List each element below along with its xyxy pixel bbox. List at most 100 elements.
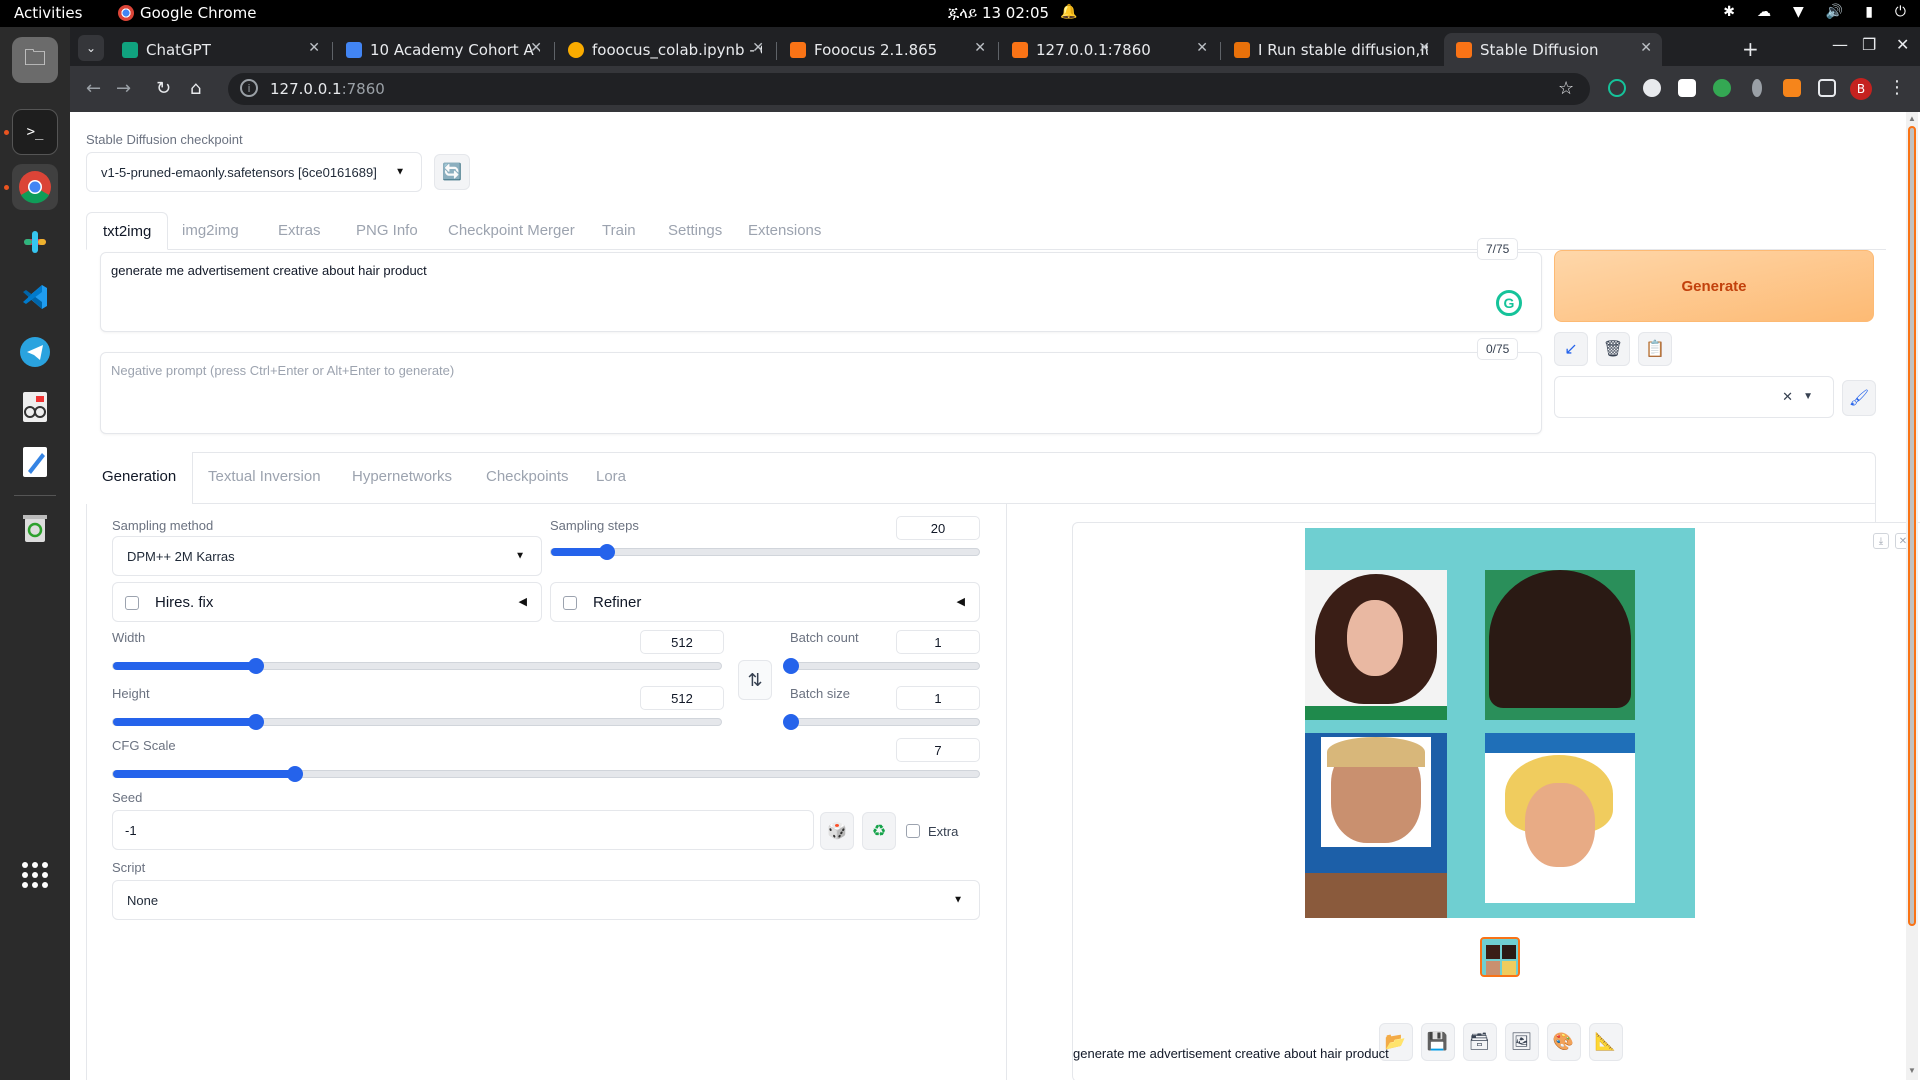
bookmark-star-icon[interactable]: ☆ [1558, 78, 1574, 99]
tab-textual-inversion[interactable]: Textual Inversion [192, 452, 337, 504]
read-params-button[interactable]: ↙ [1554, 332, 1588, 366]
slider-knob[interactable] [248, 714, 264, 730]
activities-button[interactable]: Activities [14, 4, 82, 22]
vscode-icon[interactable] [12, 274, 58, 320]
docker-tray-icon[interactable]: ☁ [1757, 4, 1771, 20]
zip-button[interactable]: 🗃 [1462, 1023, 1497, 1061]
cfg-scale-slider[interactable] [112, 766, 980, 782]
slider-knob[interactable] [783, 714, 799, 730]
system-tray[interactable]: ✱ ☁ ▼ 🔊 ▮ ⏻ [1723, 4, 1906, 20]
grammarly-extension-icon[interactable] [1608, 79, 1626, 97]
tab-settings[interactable]: Settings [652, 212, 738, 250]
scroll-up-icon[interactable]: ▲ [1908, 114, 1916, 123]
browser-tab[interactable]: 10 Academy Cohort A - W ✕ [334, 33, 552, 66]
refresh-checkpoints-button[interactable]: 🔄 [434, 154, 470, 190]
tab-extras[interactable]: Extras [262, 212, 337, 250]
browser-tab[interactable]: ChatGPT ✕ [110, 33, 330, 66]
grammarly-icon[interactable]: G [1496, 290, 1522, 316]
tab-generation[interactable]: Generation [86, 452, 194, 504]
reuse-seed-button[interactable]: ♻ [862, 812, 896, 850]
prompt-textarea[interactable]: generate me advertisement creative about… [100, 252, 1542, 332]
notification-icon[interactable]: 🔔 [1060, 4, 1077, 20]
home-icon[interactable]: ⌂ [190, 78, 201, 99]
save-button[interactable]: 💾 [1420, 1023, 1455, 1061]
app-grid-icon[interactable] [12, 852, 58, 898]
browser-tab[interactable]: 127.0.0.1:7860 ✕ [1000, 33, 1218, 66]
app-menu[interactable]: Google Chrome [118, 4, 257, 22]
send-to-img2img-button[interactable]: 🖼 [1504, 1023, 1539, 1061]
batch-size-input[interactable]: 1 [896, 686, 980, 710]
site-info-icon[interactable]: i [240, 79, 258, 97]
extra-seed-checkbox[interactable] [906, 824, 920, 838]
minimize-icon[interactable]: — [1832, 35, 1848, 54]
terminal-icon[interactable]: >_ [12, 109, 58, 155]
negative-prompt-textarea[interactable]: Negative prompt (press Ctrl+Enter or Alt… [100, 352, 1542, 434]
tab-hypernetworks[interactable]: Hypernetworks [336, 452, 468, 504]
close-tab-icon[interactable]: ✕ [1196, 40, 1208, 56]
chatgpt-extension-icon[interactable] [1643, 79, 1661, 97]
slider-knob[interactable] [783, 658, 799, 674]
page-scrollbar[interactable]: ▲ ▼ [1906, 112, 1918, 1080]
address-bar[interactable]: i 127.0.0.1:7860 [228, 73, 1590, 105]
batch-count-slider[interactable] [783, 658, 980, 674]
tab-lora[interactable]: Lora [580, 452, 642, 504]
generated-image[interactable] [1305, 528, 1695, 918]
tab-search-icon[interactable]: ⌄ [78, 35, 104, 61]
new-tab-icon[interactable]: + [1742, 37, 1759, 61]
download-icon[interactable]: ⤓ [1873, 533, 1889, 549]
swap-dimensions-button[interactable]: ⇅ [738, 660, 772, 700]
power-icon[interactable]: ⏻ [1895, 4, 1906, 20]
close-tab-icon[interactable]: ✕ [308, 40, 320, 56]
height-input[interactable]: 512 [640, 686, 724, 710]
sampling-method-dropdown[interactable]: DPM++ 2M Karras ▼ [112, 536, 542, 576]
script-dropdown[interactable]: None ▼ [112, 880, 980, 920]
slider-knob[interactable] [287, 766, 303, 782]
refiner-checkbox[interactable] [563, 596, 577, 610]
hires-fix-accordion[interactable]: Hires. fix ◀ [112, 582, 542, 622]
tab-img2img[interactable]: img2img [166, 212, 255, 250]
browser-tab[interactable]: I Run stable diffusion,It ✕ [1222, 33, 1440, 66]
send-to-extras-button[interactable]: 📐 [1588, 1023, 1623, 1061]
reader-icon[interactable] [12, 384, 58, 430]
reload-icon[interactable]: ↻ [156, 78, 171, 99]
metamask-extension-icon[interactable] [1783, 79, 1801, 97]
back-icon[interactable]: ← [86, 78, 101, 99]
clear-styles-icon[interactable]: ✕ [1782, 389, 1793, 405]
volume-icon[interactable]: 🔊 [1826, 4, 1843, 20]
tab-checkpoints[interactable]: Checkpoints [470, 452, 585, 504]
close-tab-icon[interactable]: ✕ [752, 40, 764, 56]
trash-icon[interactable] [12, 505, 58, 551]
gallery-thumbnail[interactable] [1480, 937, 1520, 977]
slider-knob[interactable] [599, 544, 615, 560]
browser-tab-active[interactable]: Stable Diffusion ✕ [1444, 33, 1662, 66]
wifi-icon[interactable]: ▼ [1793, 4, 1804, 20]
checkpoint-dropdown[interactable]: v1-5-pruned-emaonly.safetensors [6ce0161… [86, 152, 422, 192]
extensions-puzzle-icon[interactable] [1818, 79, 1836, 97]
slack-icon[interactable] [12, 219, 58, 265]
batch-size-slider[interactable] [783, 714, 980, 730]
sampling-steps-slider[interactable] [550, 544, 980, 560]
styles-select[interactable]: ✕ ▼ [1554, 376, 1834, 418]
tab-train[interactable]: Train [586, 212, 652, 250]
text-editor-icon[interactable] [12, 439, 58, 485]
battery-icon[interactable]: ▮ [1865, 4, 1873, 20]
random-seed-button[interactable]: 🎲 [820, 812, 854, 850]
shield-extension-icon[interactable] [1752, 79, 1762, 97]
scrollbar-thumb[interactable] [1908, 126, 1916, 926]
telegram-icon[interactable] [12, 329, 58, 375]
browser-tab[interactable]: fooocus_colab.ipynb - C ✕ [556, 33, 774, 66]
browser-tab[interactable]: Fooocus 2.1.865 ✕ [778, 33, 996, 66]
tab-txt2img[interactable]: txt2img [86, 212, 169, 250]
lh-extension-icon[interactable] [1678, 79, 1696, 97]
hires-fix-checkbox[interactable] [125, 596, 139, 610]
tab-extensions[interactable]: Extensions [732, 212, 837, 250]
cfg-scale-input[interactable]: 7 [896, 738, 980, 762]
sampling-steps-input[interactable]: 20 [896, 516, 980, 540]
clear-prompt-button[interactable]: 🗑 [1596, 332, 1630, 366]
send-to-inpaint-button[interactable]: 🎨 [1546, 1023, 1581, 1061]
restore-icon[interactable]: ❐ [1862, 35, 1876, 54]
tab-checkpoint-merger[interactable]: Checkpoint Merger [432, 212, 591, 250]
seed-input[interactable]: -1 [112, 810, 814, 850]
slack-tray-icon[interactable]: ✱ [1723, 4, 1735, 20]
batch-count-input[interactable]: 1 [896, 630, 980, 654]
